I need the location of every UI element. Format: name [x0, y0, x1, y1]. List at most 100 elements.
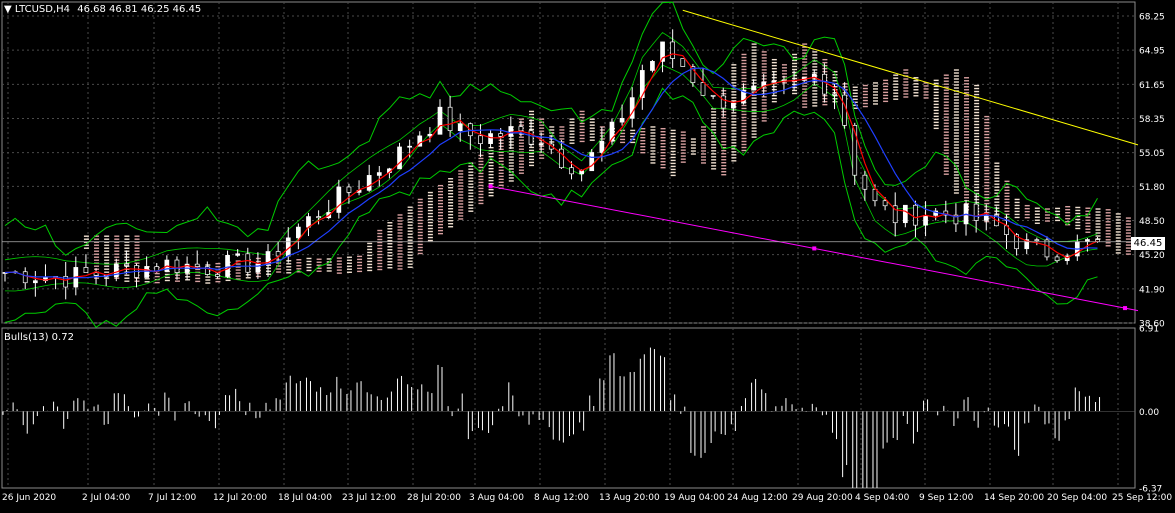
cloud-cell: [802, 100, 808, 102]
candle-body: [832, 93, 837, 96]
cloud-cell: [701, 156, 707, 158]
cloud-cell: [407, 215, 413, 217]
last-price-tag: 46.45: [1131, 237, 1165, 250]
cloud-cell: [377, 235, 383, 238]
cloud-cell: [984, 154, 990, 157]
cloud-cell: [872, 100, 878, 102]
cloud-cell: [397, 232, 403, 234]
cloud-cell: [862, 102, 868, 105]
cloud-cell: [943, 164, 949, 166]
cloud-cell: [741, 128, 747, 131]
cloud-cell: [1004, 186, 1010, 189]
chart-window[interactable]: 68.25 64.95 61.65 58.35 55.05 51.80 48.50 45.20…: [0, 0, 1175, 509]
cloud-cell: [1115, 246, 1121, 248]
cloud-cell: [711, 138, 717, 140]
cloud-cell: [994, 165, 1000, 167]
cloud-cell: [468, 207, 474, 209]
cloud-cell: [498, 178, 504, 181]
candle-body: [83, 267, 89, 273]
cloud-cell: [346, 271, 352, 273]
cloud-cell: [286, 269, 292, 271]
cloud-cell: [1024, 207, 1030, 210]
cloud-cell: [437, 202, 443, 205]
cloud-cell: [701, 147, 707, 149]
cloud-cell: [458, 194, 464, 196]
cloud-cell: [984, 136, 990, 139]
cloud-cell: [448, 190, 454, 192]
cloud-cell: [579, 134, 585, 137]
cloud-cell: [579, 113, 585, 116]
candle-body: [1034, 239, 1040, 242]
cloud-cell: [1004, 204, 1010, 207]
cloud-cell: [1024, 204, 1030, 207]
cloud-cell: [731, 115, 737, 117]
cloud-cell: [367, 266, 373, 269]
cloud-cell: [1034, 219, 1040, 221]
cloud-cell: [701, 135, 707, 137]
cloud-cell: [953, 126, 959, 128]
cloud-cell: [852, 95, 858, 97]
cloud-cell: [953, 108, 959, 110]
cloud-cell: [933, 94, 939, 97]
cloud-cell: [417, 210, 423, 213]
cloud-cell: [943, 107, 949, 109]
cloud-cell: [852, 89, 858, 91]
cloud-cell: [508, 147, 514, 149]
cloud-cell: [964, 89, 970, 91]
cloud-cell: [953, 69, 959, 71]
cloud-cell: [731, 94, 737, 96]
cloud-cell: [397, 256, 403, 258]
cloud-cell: [427, 209, 433, 212]
cloud-cell: [316, 270, 322, 272]
cloud-cell: [387, 225, 393, 227]
cloud-cell: [195, 280, 201, 283]
cloud-cell: [680, 140, 686, 142]
dropdown-triangle-icon[interactable]: ▼: [4, 4, 12, 15]
cloud-cell: [893, 80, 899, 82]
cloud-cell: [812, 63, 818, 65]
cloud-cell: [953, 99, 959, 101]
cloud-cell: [640, 136, 646, 139]
cloud-cell: [539, 157, 545, 159]
cloud-cell: [437, 223, 443, 226]
cloud-cell: [458, 197, 464, 199]
cloud-cell: [1095, 211, 1101, 213]
cloud-cell: [933, 97, 939, 100]
cloud-cell: [953, 111, 959, 113]
cloud-cell: [751, 52, 757, 54]
cloud-cell: [984, 178, 990, 181]
cloud-cell: [508, 156, 514, 158]
cloud-cell: [731, 130, 737, 132]
cloud-cell: [761, 63, 767, 65]
cloud-cell: [407, 221, 413, 223]
slow-ma-line: [4, 67, 1098, 279]
cloud-cell: [478, 193, 484, 196]
cloud-cell: [974, 141, 980, 144]
cloud-cell: [1105, 215, 1111, 217]
cloud-cell: [144, 281, 150, 283]
cloud-cell: [771, 61, 777, 64]
cloud-cell: [235, 275, 241, 277]
cloud-cell: [427, 206, 433, 209]
cloud-cell: [974, 138, 980, 141]
cloud-cell: [761, 51, 767, 53]
cloud-cell: [964, 137, 970, 139]
cloud-cell: [751, 76, 757, 78]
cloud-cell: [994, 177, 1000, 179]
cloud-cell: [448, 199, 454, 201]
cloud-cell: [468, 195, 474, 197]
cloud-cell: [741, 59, 747, 62]
cloud-cell: [721, 150, 727, 152]
cloud-cell: [994, 180, 1000, 182]
cloud-cell: [812, 66, 818, 68]
cloud-cell: [953, 150, 959, 152]
cloud-cell: [387, 228, 393, 230]
chart-canvas[interactable]: 68.25 64.95 61.65 58.35 55.05 51.80 48.50 45.20…: [0, 0, 1175, 509]
cloud-cell: [579, 110, 585, 113]
candle-body: [366, 175, 372, 191]
cloud-cell: [964, 80, 970, 82]
cloud-cell: [508, 168, 514, 170]
cloud-cell: [670, 132, 676, 135]
candle-body: [215, 274, 220, 277]
cloud-cell: [488, 182, 494, 185]
